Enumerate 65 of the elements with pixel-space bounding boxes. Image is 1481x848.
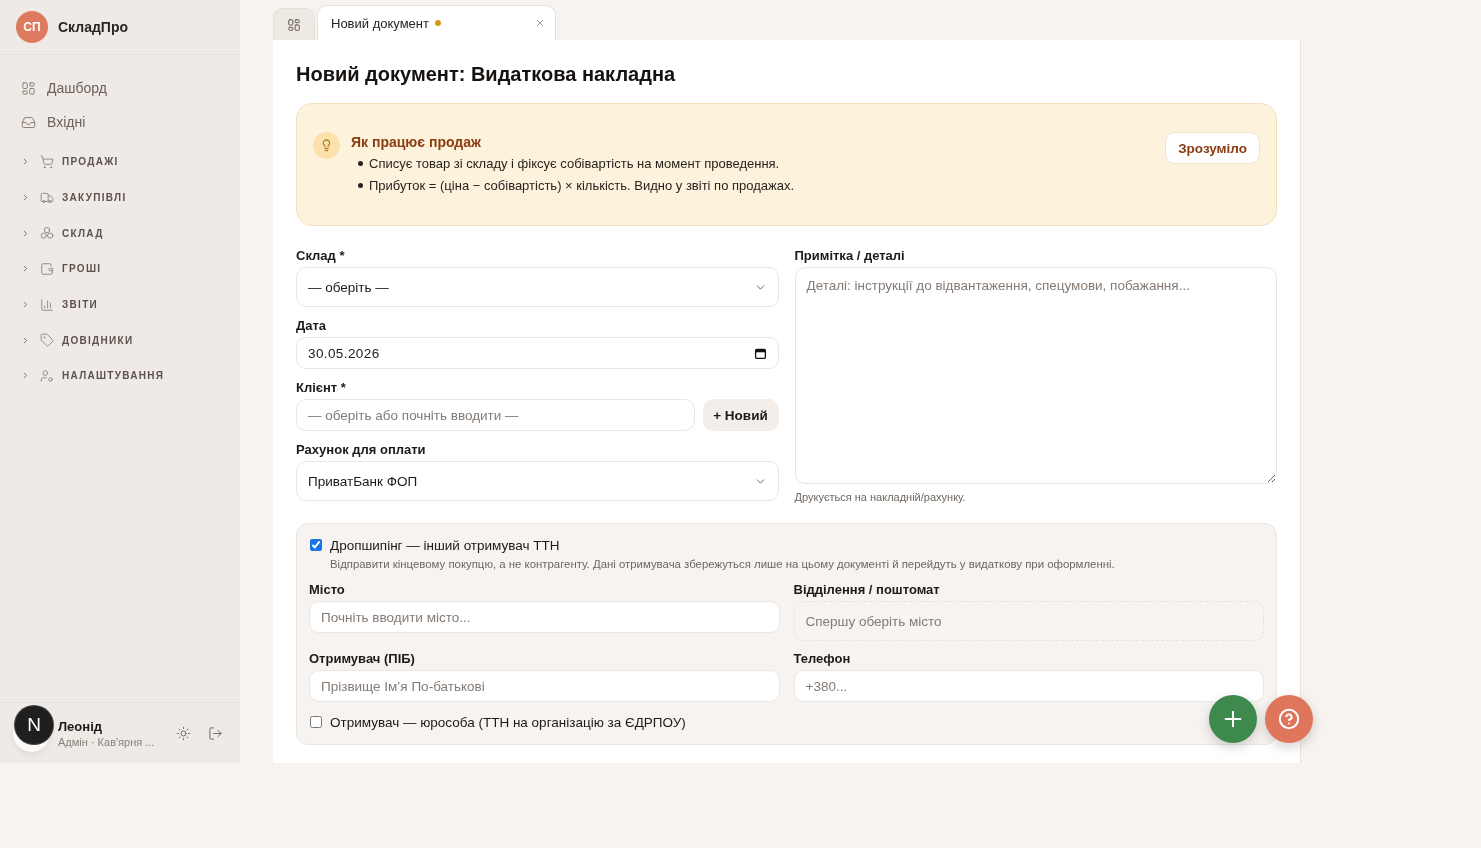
grid-icon (287, 17, 301, 32)
date-field[interactable]: 30.05.2026 (296, 337, 779, 369)
close-icon[interactable] (535, 18, 545, 28)
field-label: Відділення / поштомат (793, 581, 941, 599)
bullet-icon (358, 182, 363, 188)
field-label: Примітка / деталі (794, 247, 906, 265)
field-label: Рахунок для оплати (296, 441, 427, 459)
field-hint: Друкується на накладній/рахунку. (794, 490, 967, 504)
nav-section[interactable]: ЗАКУПІВЛІ (0, 179, 240, 216)
select-field[interactable]: — оберіть — (296, 267, 779, 307)
cart-icon (40, 154, 54, 169)
text-field[interactable]: Почніть вводити місто... (309, 601, 780, 633)
new-button[interactable]: + Новий (702, 399, 779, 431)
field-label: Клієнт * (296, 379, 347, 397)
checkbox-label: Отримувач — юрособа (ТТН на організацію за ЄДРПОУ) (330, 714, 686, 730)
circles-icon (40, 226, 54, 241)
inbox-icon (21, 114, 36, 130)
field-label: Отримувач (ПІБ) (309, 650, 416, 668)
nav-section[interactable]: ПРОДАЖІ (0, 144, 240, 180)
bullet-icon (358, 160, 363, 166)
description-text: Відправити кінцевому покупцю, а не контрагенту. Дані отримувача збережуться лише на цьому документі й перейдуть у видаткову при оформленні. (329, 557, 1116, 572)
wallet-icon (40, 261, 54, 276)
text-field[interactable]: Прізвище Імʼя По-батькові (309, 670, 780, 702)
nav-link[interactable]: Дашборд (0, 71, 240, 105)
tab[interactable] (273, 8, 315, 40)
tag-icon (40, 333, 54, 348)
page-title: Новий документ: Видаткова накладна (296, 62, 677, 86)
text-field[interactable]: +380... (793, 670, 1264, 702)
text-field[interactable]: — оберіть або почніть вводити — (296, 399, 695, 431)
lightbulb-icon (313, 132, 340, 159)
hint-title: Як працює продаж (351, 133, 482, 152)
field-label: Місто (309, 581, 346, 599)
field-label: Телефон (793, 650, 852, 668)
field-label: Склад * (296, 247, 346, 265)
checkbox[interactable] (310, 539, 322, 551)
bar-chart-icon (40, 297, 54, 312)
brand-name: СкладПро (58, 19, 129, 35)
select-field[interactable]: ПриватБанк ФОП (296, 461, 779, 501)
user-name: Леонід (58, 718, 103, 734)
calendar-icon[interactable] (753, 346, 767, 360)
checkbox[interactable] (310, 716, 322, 728)
help-icon (1278, 708, 1300, 730)
hint-text: Прибуток = (ціна − собівартість) × кількість. Видно у звіті по продажах. (369, 177, 795, 193)
sun-icon[interactable] (176, 725, 191, 741)
tab[interactable]: Новий документ (317, 5, 556, 40)
truck-icon (40, 190, 54, 205)
nav-section[interactable]: НАЛАШТУВАННЯ (0, 358, 240, 394)
nav-section[interactable]: ГРОШІ (0, 251, 240, 287)
nav-section[interactable]: СКЛАД (0, 215, 240, 252)
field-label: Дата (296, 317, 328, 335)
nav-link[interactable]: Вхідні (0, 105, 240, 139)
grid-icon (21, 80, 36, 96)
user-role: Адмін · Кав'ярня ... (58, 735, 156, 748)
user-gear-icon (40, 368, 54, 383)
logout-icon[interactable] (208, 725, 223, 741)
notes-field[interactable]: Деталі: інструкції до відвантаження, спецумови, побажання... (794, 267, 1277, 484)
nav-section[interactable]: ЗВІТИ (0, 286, 240, 323)
plus-icon (1222, 708, 1244, 730)
logo: СП (16, 11, 48, 43)
checkbox-label: Дропшипінг — інший отримувач ТТН (330, 537, 560, 553)
help-button[interactable] (1265, 695, 1313, 743)
dismiss-button[interactable]: Зрозуміло (1165, 132, 1260, 164)
dev-tools-button[interactable]: N (15, 706, 53, 744)
hint-text: Списує товар зі складу і фіксує собівартість на момент проведення. (369, 155, 780, 171)
nav-section[interactable]: ДОВІДНИКИ (0, 322, 240, 359)
